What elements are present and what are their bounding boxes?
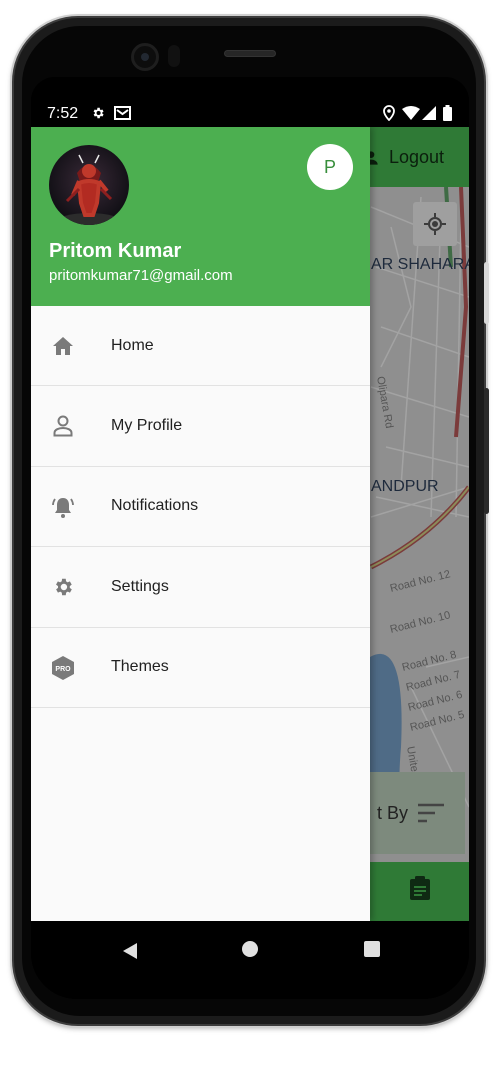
notification-bell-icon [51,495,75,519]
drawer-item-label: Notifications [111,497,199,515]
drawer-item-label: Home [111,336,154,354]
drawer-menu: Home My Profile Notifications Settings P… [31,306,370,708]
gear-icon [51,575,75,599]
map-label: AR SHAHARA [371,256,469,273]
drawer-header: P Pritom Kumar pritomkumar71@gmail.com [31,127,370,306]
user-name: Pritom Kumar [49,240,182,262]
gear-icon [91,104,105,122]
profile-initial-badge[interactable]: P [307,144,353,190]
proximity-sensor [168,45,180,67]
home-nav-icon[interactable] [242,941,258,957]
drawer-item-settings[interactable]: Settings [31,547,370,628]
back-icon[interactable] [121,942,139,960]
avatar[interactable] [49,145,129,225]
logout-button[interactable]: Logout [361,147,444,168]
drawer-item-label: Themes [111,658,169,676]
drawer-item-home[interactable]: Home [31,306,370,387]
clipboard-icon[interactable] [409,876,431,900]
wifi-icon [402,104,420,122]
drawer-item-label: My Profile [111,417,183,435]
sort-by-label: t By [377,802,409,823]
device-screen: 7:52 Logout AR SHAHARA ANDPUR Olipara Rd… [31,77,469,999]
front-camera [131,43,159,71]
location-pin-icon [383,104,395,122]
earpiece-speaker [224,50,276,57]
volume-button [484,388,489,514]
logout-label: Logout [389,147,445,167]
crosshair-icon [424,213,446,235]
drawer-item-notifications[interactable]: Notifications [31,467,370,548]
gmail-icon [114,104,131,122]
avatar-image [55,154,123,225]
home-icon [51,334,75,358]
drawer-item-label: Settings [111,577,169,595]
svg-text:PRO: PRO [55,666,71,673]
recents-icon[interactable] [364,941,380,957]
map-label: ANDPUR [371,478,439,495]
drawer-item-themes[interactable]: PRO Themes [31,628,370,708]
battery-icon [443,104,452,122]
navigation-drawer: P Pritom Kumar pritomkumar71@gmail.com H… [31,127,370,921]
pro-badge-icon: PRO [51,655,75,680]
system-nav-bar [31,921,469,999]
my-location-button[interactable] [413,202,457,246]
status-time: 7:52 [47,105,79,122]
cell-signal-icon [422,104,436,122]
power-button [484,262,489,324]
status-bar: 7:52 [31,77,469,127]
user-email: pritomkumar71@gmail.com [49,267,233,284]
drawer-item-my-profile[interactable]: My Profile [31,386,370,467]
person-outline-icon [51,414,75,438]
sort-icon [418,803,445,823]
